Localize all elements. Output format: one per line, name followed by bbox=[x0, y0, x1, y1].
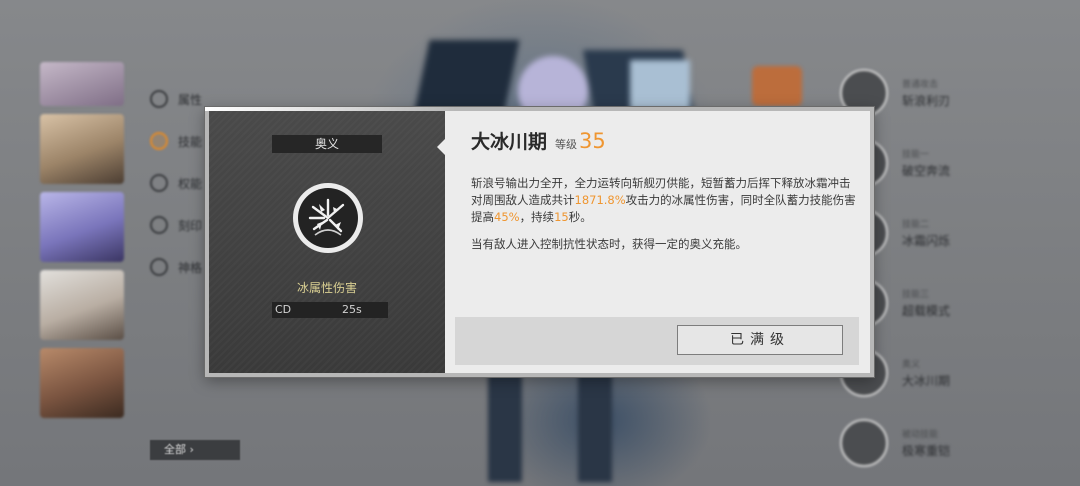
skill-tag: 被动技能 bbox=[902, 430, 939, 440]
skill-category-label: 奥义 bbox=[272, 135, 382, 153]
dialog-footer: 已满级 bbox=[455, 317, 859, 365]
damage-type-label: 冰属性伤害 bbox=[296, 281, 357, 295]
character-portrait[interactable] bbox=[40, 192, 124, 262]
character-roster bbox=[40, 62, 128, 472]
menu-icon bbox=[150, 132, 168, 150]
duration-value: 15 bbox=[554, 210, 569, 224]
skill-list-name: 大冰川期 bbox=[902, 374, 951, 388]
skill-list-name: 极寒重铠 bbox=[902, 444, 951, 458]
menu-icon bbox=[150, 258, 168, 276]
skill-tag: 普通攻击 bbox=[902, 80, 939, 90]
skill-list-name: 超载模式 bbox=[902, 304, 951, 318]
character-portrait[interactable] bbox=[40, 348, 124, 418]
cooldown-value: 25s bbox=[342, 303, 362, 316]
skill-summary-panel: 奥义 冰属性伤害 CD 25s bbox=[209, 111, 445, 373]
menu-icon bbox=[150, 216, 168, 234]
max-level-button[interactable]: 已满级 bbox=[677, 325, 843, 355]
damage-multiplier: 1871.8% bbox=[574, 193, 626, 207]
ice-burst-skill-icon bbox=[293, 183, 363, 253]
all-filter-button[interactable]: 全部 › bbox=[150, 440, 240, 460]
skill-tag: 奥义 bbox=[902, 360, 921, 370]
level-label: 等级 bbox=[555, 138, 578, 151]
menu-item-label: 属性 bbox=[178, 92, 203, 107]
damage-boost-value: 45% bbox=[494, 210, 520, 224]
menu-item-label: 神格 bbox=[178, 260, 203, 275]
menu-icon bbox=[150, 90, 168, 108]
skill-list-name: 破空奔流 bbox=[902, 164, 951, 178]
skill-detail-panel: 大冰川期 等级 35 斩浪号输出力全开，全力运转向斩舰刃供能，短暂蓄力后挥下释放… bbox=[445, 111, 870, 373]
level-value: 35 bbox=[579, 129, 606, 153]
mecha-legs-art bbox=[488, 372, 628, 482]
menu-item-label: 权能 bbox=[178, 176, 203, 191]
skill-detail-dialog: 奥义 冰属性伤害 CD 25s 大冰川期 等级 35 斩浪号输出力全开，全力运转… bbox=[205, 107, 874, 377]
skill-icon bbox=[840, 419, 888, 467]
skill-list-item[interactable]: 被动技能 极寒重铠 bbox=[840, 408, 1040, 478]
skill-description-main: 斩浪号输出力全开，全力运转向斩舰刃供能，短暂蓄力后挥下释放冰霜冲击对周围敌人造成… bbox=[471, 175, 856, 226]
cooldown-bar: CD 25s bbox=[272, 302, 388, 318]
skill-tag: 技能三 bbox=[902, 290, 930, 300]
skill-title-row: 大冰川期 等级 35 bbox=[471, 127, 606, 154]
skill-tag: 技能一 bbox=[902, 150, 930, 160]
element-badge-icon bbox=[752, 66, 802, 106]
skill-description: 斩浪号输出力全开，全力运转向斩舰刃供能，短暂蓄力后挥下释放冰霜冲击对周围敌人造成… bbox=[471, 175, 856, 263]
skill-tag: 技能二 bbox=[902, 220, 930, 230]
menu-item-label: 技能 bbox=[178, 134, 203, 149]
cooldown-label: CD bbox=[275, 303, 292, 316]
desc-text: ，持续 bbox=[519, 210, 555, 224]
menu-item-label: 刻印 bbox=[178, 218, 203, 233]
skill-list-name: 斩浪利刃 bbox=[902, 94, 951, 108]
desc-text: 秒。 bbox=[568, 210, 592, 224]
character-portrait[interactable] bbox=[40, 114, 124, 184]
character-portrait[interactable] bbox=[40, 270, 124, 340]
menu-icon bbox=[150, 174, 168, 192]
skill-list-name: 冰霜闪烁 bbox=[902, 234, 951, 248]
panel-pointer bbox=[437, 139, 445, 155]
all-filter-label: 全部 bbox=[164, 443, 186, 456]
character-portrait[interactable] bbox=[40, 62, 124, 106]
skill-name: 大冰川期 bbox=[471, 131, 548, 153]
skill-description-extra: 当有敌人进入控制抗性状态时，获得一定的奥义充能。 bbox=[471, 237, 747, 251]
